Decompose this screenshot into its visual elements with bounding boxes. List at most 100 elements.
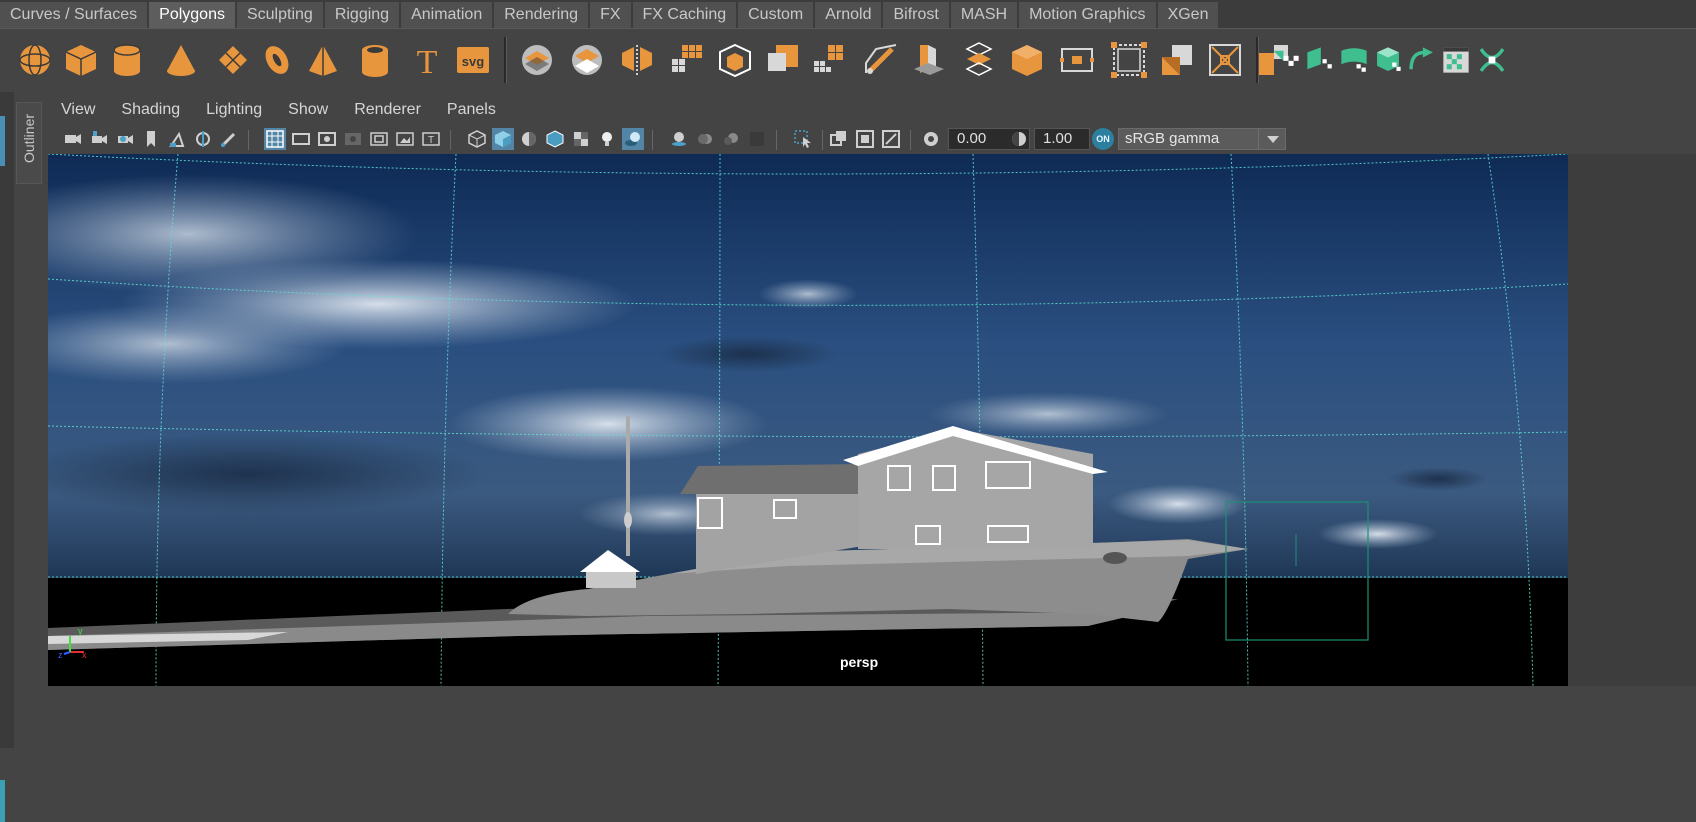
extrude-icon[interactable]	[910, 41, 948, 79]
tab-curves-surfaces[interactable]: Curves / Surfaces	[0, 2, 148, 28]
xray-joints-icon[interactable]	[880, 128, 902, 150]
uv-planar-icon[interactable]	[1304, 41, 1336, 79]
tab-xgen[interactable]: XGen	[1157, 2, 1219, 28]
field-chart-icon[interactable]	[368, 128, 390, 150]
poly-torus-icon[interactable]	[258, 41, 296, 79]
poly-cube-icon[interactable]	[62, 41, 100, 79]
tab-fx[interactable]: FX	[590, 2, 631, 28]
xray-active-components-icon[interactable]	[854, 128, 876, 150]
color-management-toggle[interactable]: ON	[1092, 128, 1114, 150]
bookmark-icon[interactable]	[140, 128, 162, 150]
image-plane-icon[interactable]	[166, 128, 188, 150]
poly-sphere-icon[interactable]	[16, 41, 54, 79]
reduce-icon[interactable]	[810, 41, 848, 79]
poly-plane-icon[interactable]	[214, 41, 252, 79]
textured-icon[interactable]	[570, 128, 592, 150]
exposure-icon[interactable]	[920, 128, 942, 150]
mirror-icon[interactable]	[618, 41, 656, 79]
multicut-icon[interactable]	[1058, 41, 1096, 79]
boolean-icon[interactable]	[764, 41, 802, 79]
viewport-right-margin	[1568, 154, 1696, 686]
toolbox-accent	[0, 116, 5, 166]
svg-tool-icon[interactable]: svg	[454, 41, 492, 79]
safe-action-icon[interactable]	[394, 128, 416, 150]
gate-mask-icon[interactable]	[342, 128, 364, 150]
tab-sculpting[interactable]: Sculpting	[236, 2, 323, 28]
gamma-field[interactable]: 1.00	[1034, 128, 1090, 150]
extract-icon[interactable]	[716, 41, 754, 79]
cloud	[658, 336, 838, 372]
isolate-select-icon[interactable]	[792, 128, 814, 150]
uv-cylindrical-icon[interactable]	[1338, 41, 1370, 79]
tab-bifrost[interactable]: Bifrost	[883, 2, 949, 28]
chevron-down-icon	[1258, 129, 1285, 149]
separate-icon[interactable]	[568, 41, 606, 79]
tab-mash[interactable]: MASH	[950, 2, 1018, 28]
viewport-scene: y x z	[48, 154, 1568, 686]
menu-panels[interactable]: Panels	[432, 101, 507, 119]
shadows-icon[interactable]	[622, 128, 644, 150]
view-transform-dropdown[interactable]: sRGB gamma	[1118, 128, 1286, 150]
type-tool-icon[interactable]: T	[408, 41, 446, 79]
shelf-separator	[1256, 37, 1259, 83]
use-default-material-icon[interactable]	[518, 128, 540, 150]
polygons-shelf: Tsvg	[0, 28, 1696, 91]
bridge-icon[interactable]	[960, 41, 998, 79]
uv-unfold-icon[interactable]	[1440, 41, 1472, 79]
cloud	[758, 279, 858, 309]
multisample-aa-icon[interactable]	[720, 128, 742, 150]
depth-of-field-icon[interactable]	[746, 128, 768, 150]
target-weld-icon[interactable]	[1110, 41, 1148, 79]
tab-motion-graphics[interactable]: Motion Graphics	[1019, 2, 1156, 28]
tab-rendering[interactable]: Rendering	[494, 2, 589, 28]
wireframe-icon[interactable]	[466, 128, 488, 150]
grid-toggle-icon[interactable]	[264, 128, 286, 150]
xray-icon[interactable]	[828, 128, 850, 150]
screen-space-ao-icon[interactable]	[668, 128, 690, 150]
svg-text:T: T	[417, 44, 438, 79]
menu-renderer[interactable]: Renderer	[339, 101, 432, 119]
tab-animation[interactable]: Animation	[401, 2, 493, 28]
bevel-icon[interactable]	[862, 41, 900, 79]
combine-icon[interactable]	[518, 41, 556, 79]
use-all-lights-icon[interactable]	[596, 128, 618, 150]
motion-blur-icon[interactable]	[694, 128, 716, 150]
camera-tools-icon[interactable]	[114, 128, 136, 150]
wireframe-on-shaded-icon[interactable]	[544, 128, 566, 150]
tab-arnold[interactable]: Arnold	[815, 2, 882, 28]
grease-pencil-icon[interactable]	[218, 128, 240, 150]
panel-menu-bar: View Shading Lighting Show Renderer Pane…	[46, 96, 507, 124]
smooth-icon[interactable]	[668, 41, 706, 79]
menu-show[interactable]: Show	[273, 101, 339, 119]
poly-cylinder-icon[interactable]	[108, 41, 146, 79]
menu-view[interactable]: View	[46, 101, 106, 119]
safe-title-icon[interactable]: T	[420, 128, 442, 150]
tab-rigging[interactable]: Rigging	[324, 2, 400, 28]
append-icon[interactable]	[1008, 41, 1046, 79]
menu-shading[interactable]: Shading	[106, 101, 191, 119]
resolution-gate-icon[interactable]	[316, 128, 338, 150]
poly-pipe-icon[interactable]	[356, 41, 394, 79]
uv-automatic-icon[interactable]	[1406, 41, 1438, 79]
camera-attributes-icon[interactable]	[88, 128, 110, 150]
2d-pan-zoom-icon[interactable]	[192, 128, 214, 150]
poly-cone-icon[interactable]	[162, 41, 200, 79]
panel-toolbar: T 0.00 1.00 ON sRGB gamma	[46, 126, 1696, 154]
uv-checker-icon[interactable]	[1476, 41, 1508, 79]
merge-center-icon[interactable]	[1206, 41, 1244, 79]
menu-lighting[interactable]: Lighting	[191, 101, 273, 119]
gamma-icon[interactable]	[1008, 128, 1030, 150]
svg-text:T: T	[428, 135, 434, 146]
film-gate-icon[interactable]	[290, 128, 312, 150]
poly-pyramid-icon[interactable]	[304, 41, 342, 79]
uv-spherical-icon[interactable]	[1372, 41, 1404, 79]
tab-polygons[interactable]: Polygons	[149, 2, 235, 28]
merge-icon[interactable]	[1158, 41, 1196, 79]
outliner-tab[interactable]: Outliner	[16, 102, 42, 184]
fill-hole-icon[interactable]	[1270, 41, 1302, 79]
tab-custom[interactable]: Custom	[738, 2, 814, 28]
persp-viewport[interactable]: y x z persp	[48, 154, 1568, 686]
select-camera-icon[interactable]	[62, 128, 84, 150]
smooth-shade-icon[interactable]	[492, 128, 514, 150]
tab-fx-caching[interactable]: FX Caching	[632, 2, 737, 28]
